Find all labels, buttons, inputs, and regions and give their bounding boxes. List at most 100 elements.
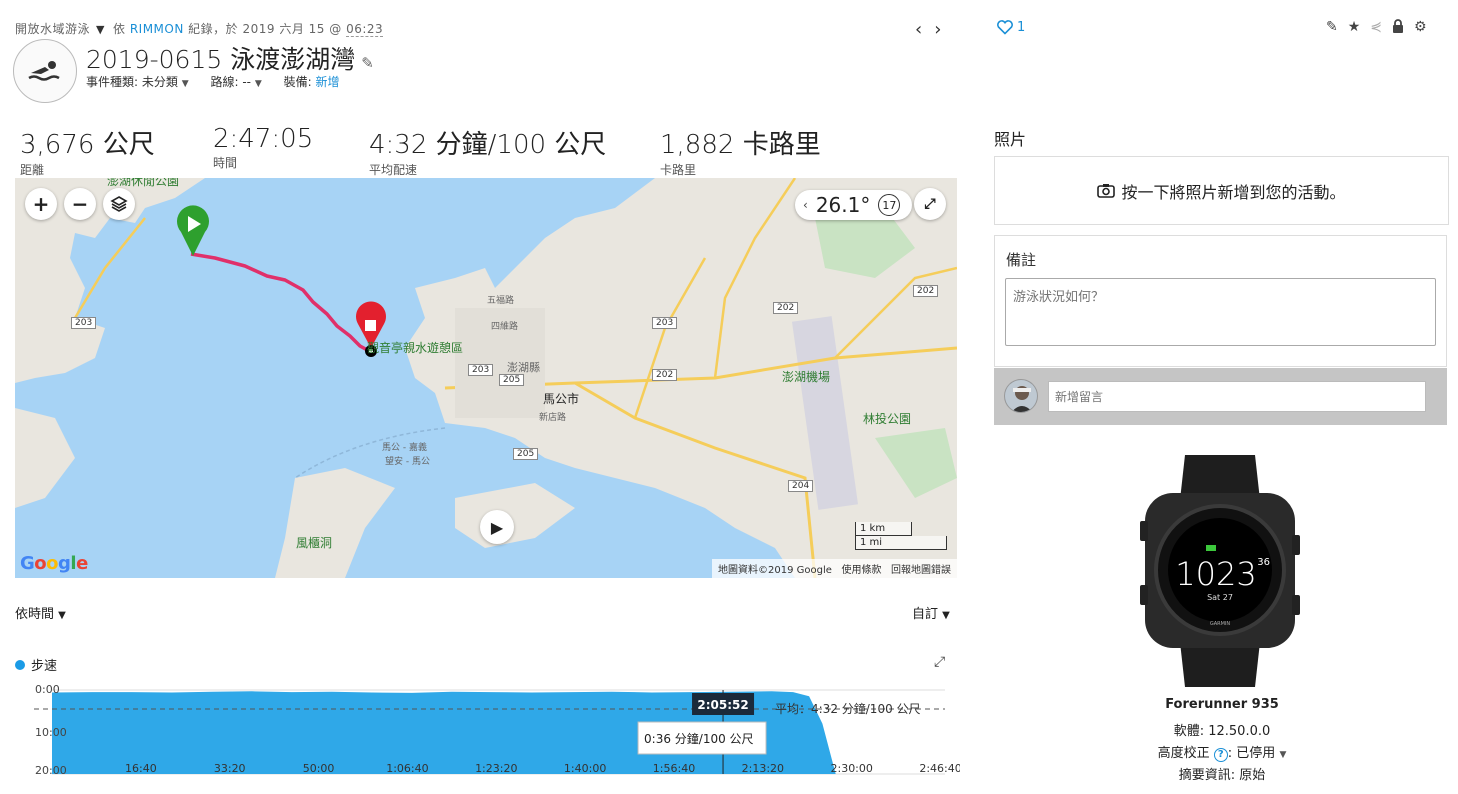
map-attribution: 地圖資料©2019 Google 使用條款 回報地圖錯誤	[712, 559, 957, 578]
stat-distance: 3,676 公尺 距離	[20, 130, 155, 177]
map-layers-button[interactable]	[103, 188, 135, 220]
map-label-ferry-2: 望安 - 馬公	[385, 457, 430, 467]
map-label-cave: 風櫃洞	[296, 536, 333, 550]
caret-down-icon[interactable]: ▼	[1279, 750, 1286, 760]
cursor-time-label: 2:05:52	[697, 698, 748, 712]
pace-chart[interactable]: 平均：4:32 分鐘/100 公尺 0:00 10:00 20:00 16:40 33:2…	[15, 680, 960, 794]
gear-icon[interactable]: ⚙	[1414, 19, 1427, 37]
map-scale: 1 km 1 mi	[855, 522, 947, 550]
edit-pencil-icon[interactable]: ✎	[361, 54, 374, 72]
elevation-select[interactable]: : 已停用	[1228, 746, 1276, 761]
device-image: 1023 36 Sat 27 GARMIN	[1140, 455, 1300, 691]
device-name: Forerunner 935	[1165, 697, 1279, 712]
x-tick-label: 33:20	[214, 762, 246, 775]
cursor-value-label: 0:36 分鐘/100 公尺	[644, 731, 754, 746]
zoom-out-button[interactable]: −	[64, 188, 96, 220]
add-photo-button[interactable]: 按一下將照片新增到您的活動。	[994, 156, 1449, 225]
device-elevation: 高度校正 ?: 已停用 ▼	[1157, 746, 1287, 762]
road-shield: 203	[652, 317, 678, 329]
map-label-county: 澎湖縣	[507, 361, 540, 374]
road-shield: 203	[468, 364, 494, 376]
device-summary: 摘要資訊: 原始	[1178, 768, 1266, 783]
x-axis-mode-select[interactable]: 依時間 ▼	[15, 603, 66, 622]
help-icon[interactable]: ?	[1213, 748, 1228, 762]
edit-icon[interactable]: ✎	[1326, 19, 1338, 37]
map-label-park: 澎湖休閒公園	[107, 178, 180, 188]
zoom-in-button[interactable]: +	[25, 188, 57, 220]
pace-chart-svg: 平均：4:32 分鐘/100 公尺 0:00 10:00 20:00 16:40 33:2…	[34, 683, 960, 777]
heart-icon	[997, 20, 1013, 35]
road-shield: 205	[513, 448, 539, 460]
map-label-forest-park: 林投公園	[863, 412, 912, 426]
wind-speed: 17	[878, 194, 901, 216]
activity-type-icon	[13, 39, 77, 103]
x-tick-label: 1:40:00	[564, 762, 606, 775]
map-label-city: 馬公市	[543, 392, 580, 406]
activity-title[interactable]: 2019-0615 泳渡澎湖灣 ✎	[86, 40, 374, 76]
event-type-select[interactable]: 未分類	[142, 75, 178, 89]
chart-legend[interactable]: 步速	[15, 655, 57, 674]
watch-seconds: 36	[1257, 557, 1270, 568]
y-axis-mode-select[interactable]: 自訂 ▼	[912, 603, 950, 622]
like-button[interactable]: 1	[996, 19, 1025, 35]
notes-heading: 備註	[1006, 251, 1037, 269]
terms-link[interactable]: 使用條款	[841, 565, 881, 576]
star-icon[interactable]: ★	[1348, 19, 1361, 37]
road-shield: 203	[71, 317, 97, 329]
device-software: 軟體: 12.50.0.0	[1173, 724, 1271, 739]
legend-dot	[15, 659, 25, 670]
x-tick-label: 1:56:40	[653, 762, 695, 775]
playback-button[interactable]: ▶	[480, 510, 514, 544]
activity-meta: 事件種類: 未分類 ▼ 路線: -- ▼ 裝備: 新增	[86, 75, 340, 89]
watch-brand: GARMIN	[1210, 621, 1231, 627]
user-link[interactable]: RIMMON	[130, 22, 184, 36]
x-tick-label: 2:13:20	[742, 762, 784, 775]
y-tick-label: 10:00	[35, 726, 67, 739]
user-avatar	[1004, 379, 1038, 413]
road-shield: 202	[652, 369, 678, 381]
weather-widget[interactable]: ‹ 26.1° 17	[795, 190, 912, 220]
activity-time[interactable]: 06:23	[346, 22, 384, 37]
watch-date: Sat 27	[1207, 593, 1233, 602]
x-tick-label: 2:46:40	[919, 762, 960, 775]
x-tick-label: 1:06:40	[386, 762, 428, 775]
previous-activity-icon[interactable]: ‹	[915, 19, 934, 40]
stat-time: 2:47:05 時間	[213, 124, 314, 170]
stat-avg-pace: 4:32 分鐘/100 公尺 平均配速	[369, 130, 607, 177]
like-count: 1	[1017, 19, 1026, 35]
x-tick-label: 1:23:20	[475, 762, 517, 775]
report-map-error-link[interactable]: 回報地圖錯誤	[891, 565, 951, 576]
course-caret-icon[interactable]: ▼	[255, 79, 262, 89]
expand-icon: ⤢	[924, 196, 936, 212]
map-label-road-wufu: 五福路	[487, 296, 515, 306]
caret-down-icon: ▼	[942, 610, 950, 621]
map-label-district: 新店路	[539, 413, 567, 423]
add-gear-link[interactable]: 新增	[315, 75, 339, 89]
comment-input[interactable]	[1048, 381, 1426, 412]
x-tick-label: 50:00	[303, 762, 335, 775]
lock-icon[interactable]	[1392, 19, 1404, 37]
map-label-ferry-1: 馬公 - 嘉義	[382, 443, 427, 453]
activity-map[interactable]: + − ‹ 26.1° 17 ⤢ 澎湖休閒公園 觀音亭親水遊憩區 澎湖縣 馬公市…	[15, 178, 957, 578]
watch-time: 1023	[1175, 555, 1256, 593]
chevron-left-icon[interactable]: ‹	[803, 198, 808, 212]
activity-type: 開放水域游泳	[15, 22, 91, 36]
map-label-airport: 澎湖機場	[782, 370, 831, 384]
map-label-beach: 觀音亭親水遊憩區	[367, 341, 464, 355]
layers-icon	[110, 196, 128, 212]
caret-down-icon: ▼	[58, 610, 66, 621]
event-type-caret-icon[interactable]: ▼	[182, 79, 189, 89]
next-activity-icon[interactable]: ›	[934, 19, 953, 40]
stat-calories: 1,882 卡路里 卡路里	[660, 130, 821, 177]
google-logo: Google	[20, 553, 88, 574]
avg-pace-label: 平均：4:32 分鐘/100 公尺	[775, 701, 921, 716]
breadcrumb: 開放水域游泳 ▼ 依 RIMMON 紀錄，於 2019 六月 15 @ 06:23	[15, 22, 384, 37]
photos-heading: 照片	[994, 130, 1027, 149]
course-select[interactable]: --	[242, 75, 251, 89]
share-icon[interactable]: ⋞	[1370, 19, 1382, 37]
notes-textarea[interactable]	[1005, 278, 1436, 346]
chart-expand-icon[interactable]: ⤢	[934, 654, 945, 670]
play-icon: ▶	[490, 517, 504, 537]
map-fullscreen-button[interactable]: ⤢	[914, 188, 946, 220]
activity-type-dropdown-icon[interactable]: ▼	[96, 23, 105, 36]
